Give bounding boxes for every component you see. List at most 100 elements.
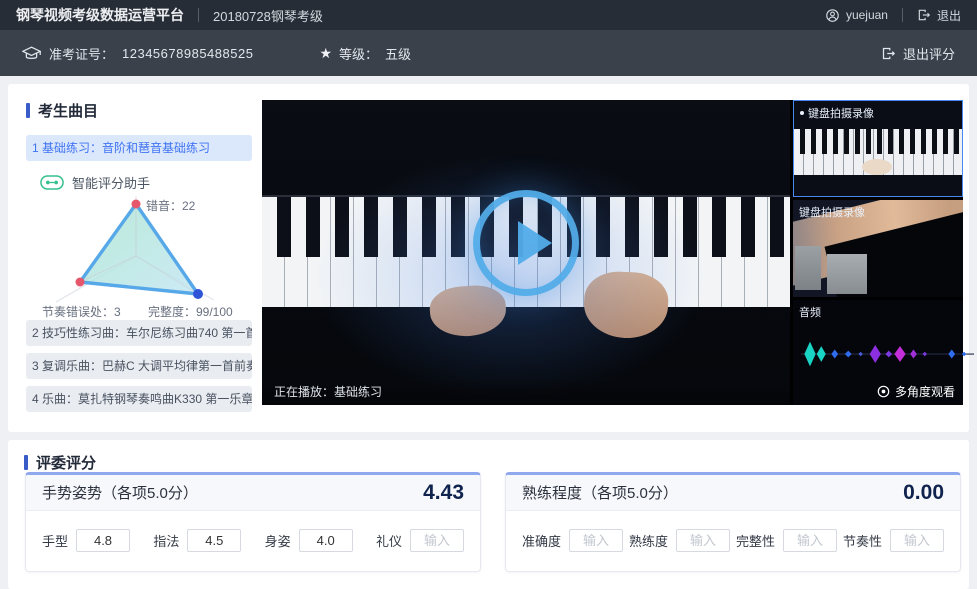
hand-shape-input[interactable] — [76, 529, 130, 552]
scoring-card-title: 手势姿势（各项5.0分） — [42, 482, 198, 503]
exam-id-label: 准考证号： — [49, 44, 114, 63]
scoring-card-body: 准确度 熟练度 完整性 节奏性 — [506, 511, 960, 570]
play-button[interactable] — [473, 190, 579, 296]
user-account[interactable]: yuejuan — [825, 8, 888, 23]
song-list-sidebar: 考生曲目 1 基础练习：音阶和琶音基础练习 智能评分助手 — [22, 84, 256, 432]
song-item-4[interactable]: 4 乐曲：莫扎特钢琴奏鸣曲K330 第一乐章 — [26, 386, 252, 412]
ai-scoring-assistant[interactable]: 智能评分助手 — [40, 173, 256, 192]
audio-track-panel[interactable]: 音频 — [793, 300, 963, 405]
level-value: 五级 — [385, 44, 411, 63]
scoring-card-header: 熟练程度（各项5.0分） 0.00 — [506, 475, 960, 511]
main-video-player[interactable]: 正在播放：基础练习 — [262, 100, 790, 405]
score-field-completeness: 完整性 — [736, 529, 837, 552]
camera-angle-column: 键盘拍摄录像 键盘拍摄录像 音频 — [793, 100, 963, 405]
song-list-title: 考生曲目 — [26, 100, 256, 121]
song-item-3[interactable]: 3 复调乐曲：巴赫C 大调平均律第一首前奏曲 — [26, 353, 252, 379]
user-icon — [825, 8, 840, 23]
song-item-label: 3 复调乐曲： — [32, 359, 102, 373]
level-label: 等级： — [339, 44, 378, 63]
accuracy-input[interactable] — [569, 529, 623, 552]
etiquette-input[interactable] — [410, 529, 464, 552]
play-icon — [518, 221, 552, 265]
pianist-right-hand — [582, 270, 669, 340]
media-region: 正在播放：基础练习 键盘拍摄录像 键盘拍摄录像 — [262, 100, 963, 405]
radar-chart: 错音：22 节奏错误处：3 完整度：99/100 — [22, 194, 256, 320]
completeness-input[interactable] — [783, 529, 837, 552]
logout-icon — [917, 8, 931, 22]
audio-label: 音频 — [799, 304, 821, 320]
exit-scoring-label: 退出评分 — [903, 44, 955, 63]
background-block — [827, 254, 867, 294]
score-field-posture: 身姿 — [265, 529, 353, 552]
song-item-2[interactable]: 2 技巧性练习曲：车尔尼练习曲740 第一首 — [26, 320, 252, 346]
exit-scoring-icon — [881, 46, 896, 61]
scoring-card-proficiency: 熟练程度（各项5.0分） 0.00 准确度 熟练度 完整性 节奏性 — [505, 472, 961, 572]
multi-angle-button[interactable]: 多角度观看 — [877, 383, 955, 400]
field-label: 礼仪 — [376, 531, 402, 550]
mini-keyboard-black-keys — [794, 129, 962, 154]
score-field-proficiency: 熟练度 — [629, 529, 730, 552]
mini-hand-graphic — [862, 159, 892, 175]
field-label: 熟练度 — [629, 531, 668, 550]
radar-metric-completeness: 完整度：99/100 — [148, 303, 233, 320]
logout-label: 退出 — [937, 7, 961, 24]
song-item-label: 1 基础练习： — [32, 141, 102, 155]
song-item-name: 巴赫C 大调平均律第一首前奏曲 — [102, 359, 252, 373]
score-field-etiquette: 礼仪 — [376, 529, 464, 552]
score-field-hand-shape: 手型 — [42, 529, 130, 552]
score-field-rhythm: 节奏性 — [843, 529, 944, 552]
divider — [902, 8, 903, 22]
exam-main-card: 考生曲目 1 基础练习：音阶和琶音基础练习 智能评分助手 — [8, 84, 969, 432]
top-navbar: 钢琴视频考级数据运营平台 20180728钢琴考级 yuejuan 退出 — [0, 0, 977, 30]
session-title: 20180728钢琴考级 — [213, 6, 323, 25]
logout-button[interactable]: 退出 — [917, 7, 961, 24]
topbar-right: yuejuan 退出 — [825, 7, 961, 24]
radar-metric-rhythm-errors: 节奏错误处：3 — [42, 303, 121, 320]
scoring-card-header: 手势姿势（各项5.0分） 4.43 — [26, 475, 480, 511]
rhythm-input[interactable] — [890, 529, 944, 552]
background-block — [795, 246, 821, 290]
camera-thumb-keyboard-top[interactable]: 键盘拍摄录像 — [793, 100, 963, 197]
camera-thumb-label: 键盘拍摄录像 — [800, 105, 874, 121]
audio-waveform — [801, 336, 974, 372]
field-label: 准确度 — [522, 531, 561, 550]
scoring-card-title: 熟练程度（各项5.0分） — [522, 482, 678, 503]
exit-scoring-button[interactable]: 退出评分 — [881, 44, 955, 63]
camera-thumb-label: 键盘拍摄录像 — [799, 204, 865, 220]
audio-text: 音频 — [799, 304, 821, 320]
song-item-name: 莫扎特钢琴奏鸣曲K330 第一乐章 — [78, 392, 252, 406]
posture-input[interactable] — [299, 529, 353, 552]
now-playing-bar: 正在播放：基础练习 — [262, 379, 790, 405]
field-label: 手型 — [42, 531, 68, 550]
assistant-label: 智能评分助手 — [72, 173, 150, 192]
field-label: 指法 — [153, 531, 179, 550]
scoring-card-body: 手型 指法 身姿 礼仪 — [26, 511, 480, 570]
exam-id-value: 12345678985488525 — [122, 46, 253, 61]
score-field-fingering: 指法 — [153, 529, 241, 552]
app-title: 钢琴视频考级数据运营平台 — [16, 5, 184, 25]
scoring-section-title: 评委评分 — [24, 452, 969, 473]
assistant-robot-icon — [40, 175, 64, 190]
song-item-label: 2 技巧性练习曲： — [32, 326, 126, 340]
scoring-card-total: 4.43 — [423, 481, 464, 505]
song-item-1[interactable]: 1 基础练习：音阶和琶音基础练习 — [26, 135, 252, 161]
radar-chart-svg — [32, 194, 242, 320]
proficiency-input[interactable] — [676, 529, 730, 552]
field-label: 完整性 — [736, 531, 775, 550]
camera-thumb-text: 键盘拍摄录像 — [808, 105, 874, 121]
level-group: ★ 等级： 五级 — [319, 44, 411, 63]
multi-angle-label: 多角度观看 — [895, 383, 955, 400]
scoring-card-gesture: 手势姿势（各项5.0分） 4.43 手型 指法 身姿 礼仪 — [25, 472, 481, 572]
camera-thumb-text: 键盘拍摄录像 — [799, 204, 865, 220]
judge-scoring-section: 评委评分 手势姿势（各项5.0分） 4.43 手型 指法 身姿 礼仪 — [8, 440, 969, 589]
scoring-card-total: 0.00 — [903, 481, 944, 505]
song-item-label: 4 乐曲： — [32, 392, 78, 406]
now-playing-label: 正在播放：基础练习 — [274, 385, 382, 399]
field-label: 节奏性 — [843, 531, 882, 550]
radar-metric-wrong-notes: 错音：22 — [146, 197, 195, 214]
fingering-input[interactable] — [187, 529, 241, 552]
camera-thumb-keyboard-side[interactable]: 键盘拍摄录像 — [793, 200, 963, 297]
username: yuejuan — [846, 8, 888, 22]
song-item-name: 音阶和琶音基础练习 — [102, 141, 210, 155]
multi-angle-eye-icon — [877, 385, 890, 398]
